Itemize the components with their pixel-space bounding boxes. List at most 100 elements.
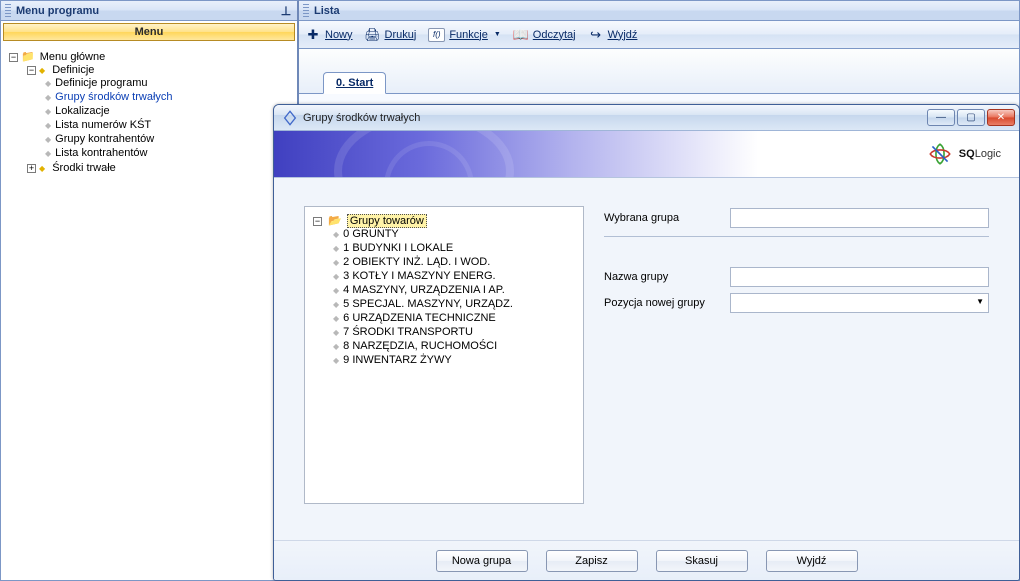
tree-item[interactable]: ◆ Grupy kontrahentów	[45, 132, 293, 146]
expand-icon[interactable]: −	[9, 53, 18, 62]
tree-item-label: Grupy środków trwałych	[55, 91, 172, 103]
tree-node-label: Definicje	[52, 64, 94, 76]
group-tree-item-label: 5 SPECJAL. MASZYNY, URZĄDZ.	[343, 298, 513, 310]
diamond-icon: ◆	[333, 356, 339, 365]
toolbar-label: Funkcje	[449, 29, 488, 41]
maximize-button[interactable]: ▢	[957, 109, 985, 126]
logo-text-bold: SQ	[959, 148, 975, 160]
toolbar-functions[interactable]: f() Funkcje ▼	[428, 28, 500, 42]
group-tree-item[interactable]: ◆0 GRUNTY	[333, 227, 577, 241]
group-tree-item-label: 7 ŚRODKI TRANSPORTU	[343, 326, 473, 338]
tree-item-label: Lokalizacje	[55, 105, 109, 117]
group-tree-item[interactable]: ◆ 9 INWENTARZ ŻYWY	[333, 353, 577, 367]
diamond-icon: ◆	[333, 244, 339, 253]
group-tree-root-label: Grupy towarów	[347, 214, 427, 228]
group-name-label: Nazwa grupy	[604, 271, 730, 283]
group-tree-item[interactable]: ◆6 URZĄDZENIA TECHNICZNE	[333, 311, 577, 325]
toolbar: ✚ Nowy 🖨 Drukuj f() Funkcje ▼ 📖 Odczytaj…	[299, 21, 1019, 49]
group-tree-item-label: 1 BUDYNKI I LOKALE	[343, 242, 453, 254]
read-icon: 📖	[513, 27, 529, 43]
group-tree-box[interactable]: − 📂 Grupy towarów ◆0 GRUNTY ◆ 1 BUDYNKI I …	[304, 206, 584, 504]
divider	[604, 236, 989, 237]
diamond-icon: ◆	[333, 258, 339, 267]
group-name-input[interactable]	[730, 267, 989, 287]
tree-root-label: Menu główne	[40, 51, 105, 63]
tree-root[interactable]: −📁 Menu główne −◆ Definicje ◆Definicje p…	[9, 49, 293, 176]
toolbar-print[interactable]: 🖨 Drukuj	[365, 27, 417, 43]
diamond-icon: ◆	[333, 300, 339, 309]
logo-icon	[927, 141, 953, 167]
tab-start[interactable]: 0. Start	[323, 72, 386, 94]
tab-label: 0. Start	[336, 77, 373, 89]
diamond-icon: ◆	[45, 93, 51, 102]
group-tree-item[interactable]: ◆2 OBIEKTY INŻ. LĄD. I WOD.	[333, 255, 577, 269]
close-button[interactable]: ✕	[987, 109, 1015, 126]
dialog-banner: SQLogic	[274, 131, 1019, 178]
expand-icon[interactable]: +	[27, 164, 36, 173]
group-tree-item-label: 8 NARZĘDZIA, RUCHOMOŚCI	[343, 340, 497, 352]
selected-group-label: Wybrana grupa	[604, 212, 730, 224]
form-area: Wybrana grupa Nazwa grupy Pozycja nowej …	[604, 206, 989, 530]
group-tree-item-label: 6 URZĄDZENIA TECHNICZNE	[343, 312, 496, 324]
exit-button[interactable]: Wyjdź	[766, 550, 858, 572]
dialog-body: − 📂 Grupy towarów ◆0 GRUNTY ◆ 1 BUDYNKI I …	[274, 178, 1019, 540]
folder-icon: 📁	[21, 51, 35, 63]
tree-item[interactable]: ◆Lista numerów KŚT	[45, 118, 293, 132]
diamond-icon: ◆	[39, 164, 45, 173]
toolbar-read[interactable]: 📖 Odczytaj	[513, 27, 576, 43]
tab-strip: 0. Start	[299, 49, 1019, 94]
program-menu-panel: Menu programu ⊥ Menu −📁 Menu główne −◆ D…	[0, 0, 299, 581]
minimize-button[interactable]: —	[927, 109, 955, 126]
dialog-title-bar[interactable]: Grupy środków trwałych — ▢ ✕	[274, 105, 1019, 131]
group-tree-item[interactable]: ◆ 3 KOTŁY I MASZYNY ENERG.	[333, 269, 577, 283]
dialog-icon	[282, 110, 298, 126]
selected-group-input[interactable]	[730, 208, 989, 228]
diamond-icon: ◆	[333, 328, 339, 337]
diamond-icon: ◆	[45, 79, 51, 88]
tree-item[interactable]: ◆Lokalizacje	[45, 104, 293, 118]
group-tree-item[interactable]: ◆ 7 ŚRODKI TRANSPORTU	[333, 325, 577, 339]
group-tree-item[interactable]: ◆8 NARZĘDZIA, RUCHOMOŚCI	[333, 339, 577, 353]
tree-item[interactable]: ◆Definicje programu	[45, 76, 293, 90]
group-tree-root[interactable]: − 📂 Grupy towarów ◆0 GRUNTY ◆ 1 BUDYNKI I …	[313, 213, 577, 368]
toolbar-label: Nowy	[325, 29, 353, 41]
tree-item-label: Lista kontrahentów	[55, 147, 147, 159]
diamond-icon: ◆	[45, 149, 51, 158]
exit-icon: ↪	[588, 27, 604, 43]
save-button[interactable]: Zapisz	[546, 550, 638, 572]
tree-item-selected[interactable]: ◆ Grupy środków trwałych	[45, 90, 293, 104]
diamond-icon: ◆	[333, 286, 339, 295]
list-title: Lista	[314, 5, 340, 17]
new-group-pos-combo[interactable]: ▼	[730, 293, 989, 313]
group-tree-item[interactable]: ◆ 5 SPECJAL. MASZYNY, URZĄDZ.	[333, 297, 577, 311]
expand-icon[interactable]: −	[27, 66, 36, 75]
folder-icon: 📂	[328, 215, 342, 227]
group-tree-item-label: 3 KOTŁY I MASZYNY ENERG.	[343, 270, 495, 282]
new-group-pos-label: Pozycja nowej grupy	[604, 297, 730, 309]
list-title-bar: Lista	[299, 1, 1019, 21]
tree-item-label: Lista numerów KŚT	[55, 119, 151, 131]
print-icon: 🖨	[365, 27, 381, 43]
dialog-footer: Nowa grupa Zapisz Skasuj Wyjdź	[274, 540, 1019, 580]
group-tree-item[interactable]: ◆ 1 BUDYNKI I LOKALE	[333, 241, 577, 255]
dialog-title: Grupy środków trwałych	[303, 112, 420, 124]
toolbar-new[interactable]: ✚ Nowy	[305, 27, 353, 43]
tree-node-definicje[interactable]: −◆ Definicje ◆Definicje programu ◆Grupy …	[27, 63, 293, 161]
tree-item-label: Grupy kontrahentów	[55, 133, 154, 145]
pin-icon[interactable]: ⊥	[279, 4, 293, 18]
new-icon: ✚	[305, 27, 321, 43]
program-menu-title: Menu programu	[16, 5, 99, 17]
group-tree-item[interactable]: ◆4 MASZYNY, URZĄDZENIA I AP.	[333, 283, 577, 297]
group-tree-item-label: 9 INWENTARZ ŻYWY	[343, 354, 452, 366]
menu-band: Menu	[3, 23, 295, 41]
toolbar-label: Wyjdź	[608, 29, 638, 41]
diamond-icon: ◆	[333, 272, 339, 281]
new-group-button[interactable]: Nowa grupa	[436, 550, 528, 572]
delete-button[interactable]: Skasuj	[656, 550, 748, 572]
toolbar-exit[interactable]: ↪ Wyjdź	[588, 27, 638, 43]
tree-item[interactable]: ◆ Lista kontrahentów	[45, 146, 293, 160]
expand-icon[interactable]: −	[313, 217, 322, 226]
dropdown-caret-icon: ▼	[494, 31, 501, 38]
diamond-icon: ◆	[45, 135, 51, 144]
tree-node-srodki[interactable]: +◆ Środki trwałe	[27, 161, 293, 175]
